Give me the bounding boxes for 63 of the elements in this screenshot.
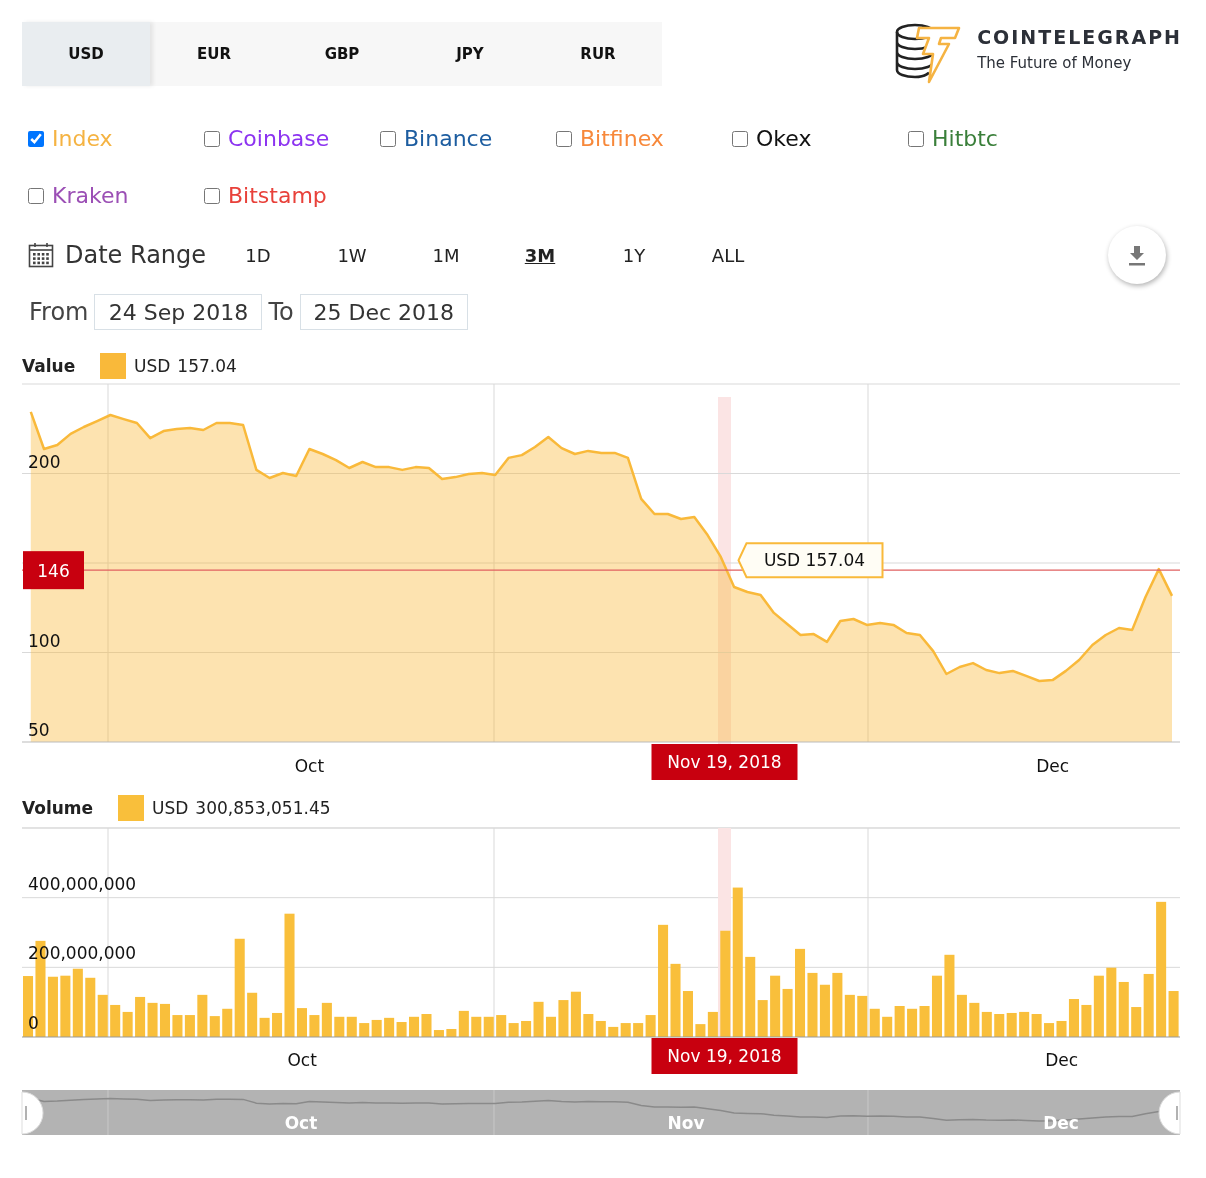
- ref-line-label: 146: [37, 561, 70, 582]
- range-button[interactable]: 3M: [493, 243, 587, 267]
- date-badge: Nov 19, 2018: [651, 1038, 798, 1074]
- exchange-checkbox[interactable]: [732, 130, 748, 147]
- download-icon: [1127, 244, 1147, 266]
- from-label: From: [29, 298, 89, 326]
- navigator-label: Dec: [1043, 1113, 1079, 1133]
- range-button[interactable]: ALL: [681, 243, 775, 267]
- currency-tab[interactable]: EUR: [150, 22, 278, 86]
- navigator-label: Oct: [284, 1113, 318, 1133]
- exchange-label: Bitfinex: [580, 126, 664, 151]
- legend-series-name: USD: [134, 356, 171, 376]
- exchange-checkbox[interactable]: [28, 130, 44, 147]
- navigator-handle[interactable]: [21, 1091, 44, 1135]
- currency-tab[interactable]: RUR: [534, 22, 662, 86]
- exchange-checkbox[interactable]: [28, 187, 44, 204]
- price-marker-badge: 146: [23, 551, 84, 590]
- y-axis-label: 400,000,000: [28, 873, 137, 894]
- calendar-icon: [28, 242, 54, 268]
- chart-title: Value: [22, 356, 77, 376]
- range-button[interactable]: 1M: [399, 243, 493, 267]
- download-button[interactable]: [1108, 226, 1166, 284]
- exchange-label: Coinbase: [228, 126, 330, 151]
- to-date-field[interactable]: 25 Dec 2018: [299, 294, 468, 330]
- range-button[interactable]: 1D: [211, 243, 305, 267]
- range-button[interactable]: 1W: [305, 243, 399, 267]
- brand-name: COINTELEGRAPH: [977, 26, 1182, 48]
- to-label: To: [268, 298, 294, 326]
- y-axis-label: 200: [28, 451, 61, 472]
- date-range-label: Date Range: [65, 241, 208, 269]
- legend-value: 157.04: [177, 356, 237, 376]
- from-date-field[interactable]: 24 Sep 2018: [94, 294, 263, 330]
- currency-tab[interactable]: USD: [22, 22, 150, 86]
- chart-title: Volume: [22, 798, 95, 818]
- exchange-label: Hitbtc: [932, 126, 998, 151]
- exchange-label: Okex: [756, 126, 812, 151]
- exchange-checkbox[interactable]: [556, 130, 572, 147]
- currency-tab[interactable]: GBP: [278, 22, 406, 86]
- navigator-label: Nov: [667, 1113, 705, 1133]
- navigator-track[interactable]: [22, 1090, 1180, 1135]
- x-axis-label: Dec: [1036, 756, 1070, 776]
- exchange-label: Binance: [404, 126, 493, 151]
- x-axis-label: Oct: [294, 756, 325, 776]
- exchange-checkbox[interactable]: [908, 130, 924, 147]
- exchange-label: Bitstamp: [228, 183, 327, 208]
- date-badge: Nov 19, 2018: [651, 744, 798, 780]
- y-axis-label: 100: [28, 630, 61, 651]
- brand-tagline: The Future of Money: [977, 54, 1133, 72]
- range-button[interactable]: 1Y: [587, 243, 681, 267]
- x-axis-label: Dec: [1045, 1050, 1079, 1070]
- exchange-checkbox[interactable]: [204, 187, 220, 204]
- currency-tab[interactable]: JPY: [406, 22, 534, 86]
- exchange-label: Index: [52, 126, 113, 151]
- navigator-handle[interactable]: [1158, 1091, 1181, 1135]
- exchange-label: Kraken: [52, 183, 129, 208]
- annotation: USD 157.04: [763, 550, 866, 571]
- x-axis-label: Oct: [287, 1050, 317, 1070]
- exchange-checkbox[interactable]: [204, 130, 220, 147]
- value-tooltip: USD 157.04: [737, 542, 884, 579]
- y-axis-label: 50: [28, 720, 50, 740]
- exchange-checkbox[interactable]: [380, 130, 396, 147]
- legend-series-name: USD: [152, 798, 189, 818]
- legend-value: 300,853,051.45: [195, 798, 331, 818]
